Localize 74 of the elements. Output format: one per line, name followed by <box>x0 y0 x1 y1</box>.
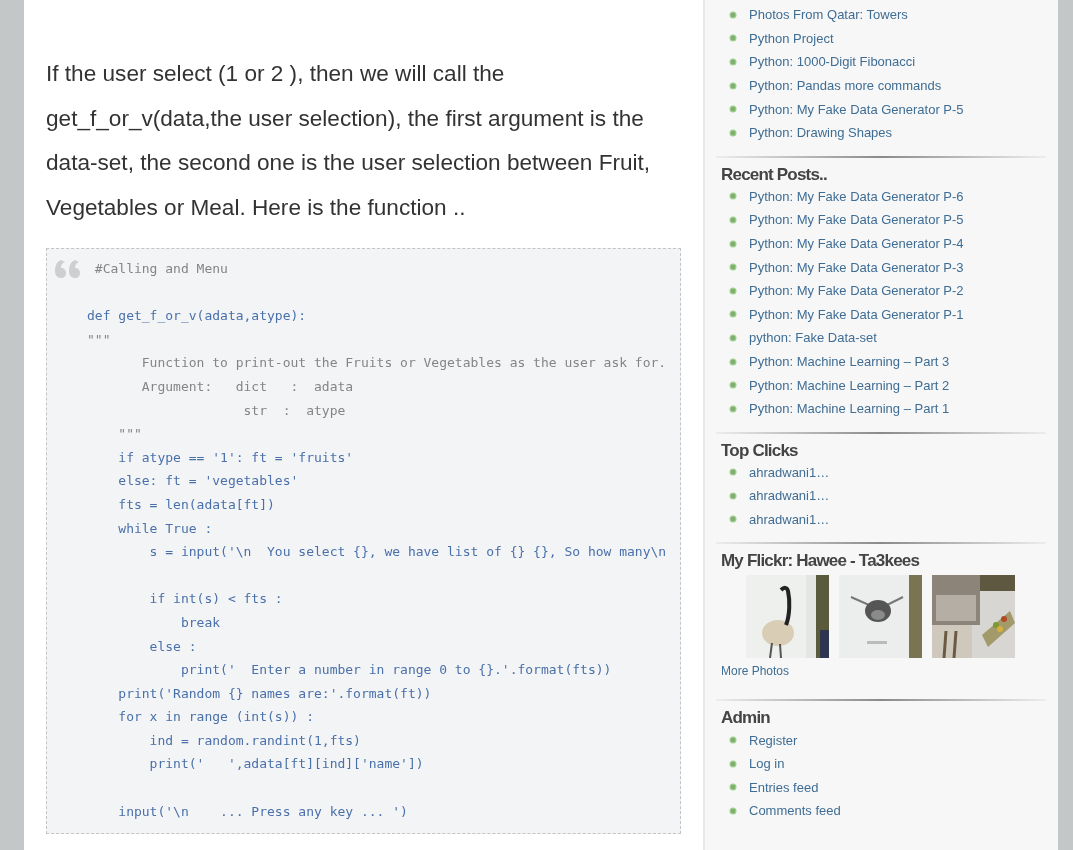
sidebar-link[interactable]: Python: Machine Learning – Part 3 <box>749 354 950 369</box>
bullet-icon <box>729 239 737 248</box>
sidebar-link[interactable]: ahradwani1… <box>749 512 830 527</box>
bullet-icon <box>729 58 737 66</box>
bullet-icon <box>729 468 737 477</box>
code-line: print('Random {} names are:'.format(ft)) <box>117 684 433 703</box>
bullet-icon <box>729 806 737 815</box>
bullet-icon <box>729 515 737 524</box>
sidebar-link[interactable]: Python: My Fake Data Generator P-3 <box>749 259 964 275</box>
bullet-icon <box>729 491 737 500</box>
bullet-icon <box>729 404 737 413</box>
bullet-icon <box>729 215 737 224</box>
sidebar-link[interactable]: ahradwani1… <box>749 488 830 504</box>
sidebar-link[interactable]: Python: My Fake Data Generator P-5 <box>749 212 964 228</box>
bullet-icon <box>729 10 737 19</box>
sidebar-link[interactable]: Photos From Qatar: Towers <box>749 7 908 23</box>
sidebar-link[interactable]: Python: Pandas more commands <box>749 78 942 94</box>
bullet-icon <box>729 759 737 768</box>
sidebar-link[interactable]: Python: 1000-Digit Fibonacci <box>749 54 916 70</box>
article-paragraph: If the user select (1 or 2 ), then we will call the get_f_or_v(data,the user selection), the first argument is the data-set, the second one is the user selection between Fruit, Vegetables or Meal. Here is the function .. <box>46 60 652 222</box>
section-heading: My Flickr: Hawee - Ta3kees <box>721 551 921 572</box>
bullet-icon <box>729 263 737 272</box>
sidebar-link[interactable]: Python: Drawing Shapes <box>749 125 893 141</box>
code-line: fts = len(adata[ft]) <box>117 495 276 514</box>
bullet-icon <box>729 381 737 390</box>
code-line: def get_f_or_v(adata,atype): <box>87 307 308 326</box>
bullet-icon <box>729 128 737 137</box>
code-line: ind = random.randint(1,fts) <box>148 731 362 750</box>
bullet-icon <box>729 192 737 201</box>
code-line: Argument: dict : adata <box>140 377 355 396</box>
bullet-icon <box>729 357 737 366</box>
sidebar-link[interactable]: Python: My Fake Data Generator P-6 <box>749 188 964 204</box>
sidebar-link[interactable]: Comments feed <box>749 803 841 819</box>
bullet-icon <box>729 333 737 342</box>
sidebar-link[interactable]: Python Project <box>749 30 834 46</box>
quote-icon <box>55 258 81 278</box>
bullet-icon <box>729 286 737 295</box>
code-line: Function to print-out the Fruits or Vegetables as the user ask for. <box>140 354 668 373</box>
bullet-icon <box>729 310 737 319</box>
bullet-icon <box>729 34 737 43</box>
more-photos-link[interactable]: More Photos <box>721 664 790 679</box>
code-line: for x in range (int(s)) : <box>117 708 315 727</box>
sidebar-link[interactable]: Python: Machine Learning – Part 2 <box>749 377 950 393</box>
code-line: """ <box>117 425 143 444</box>
sidebar-link[interactable]: ahradwani1… <box>749 464 830 480</box>
code-line: input('\n ... Press any key ... ') <box>117 802 409 821</box>
section-heading: Recent Posts.. <box>721 164 828 185</box>
bullet-icon <box>729 81 737 90</box>
code-line: s = input('\n You select {}, we have list of {} {}, So how many\n <box>148 543 668 562</box>
code-line: str : atype <box>242 401 347 420</box>
section-heading: Top Clicks <box>721 440 799 461</box>
sidebar-link[interactable]: Register <box>749 732 798 748</box>
code-line: else: ft = 'vegetables' <box>117 472 300 491</box>
sidebar-link[interactable]: Entries feed <box>749 779 819 795</box>
sidebar-link[interactable]: python: Fake Data-set <box>749 330 877 346</box>
sidebar-link[interactable]: Python: Machine Learning – Part 1 <box>749 401 950 417</box>
code-line: print(' ',adata[ft][ind]['name']) <box>148 755 425 774</box>
code-line: print(' Enter a number in range 0 to {}.'.format(fts)) <box>179 661 613 680</box>
bullet-icon <box>729 736 737 745</box>
code-line: """ <box>87 330 112 349</box>
bullet-icon <box>729 783 737 792</box>
sidebar-link[interactable]: Python: My Fake Data Generator P-5 <box>749 101 964 117</box>
sidebar-link[interactable]: Python: My Fake Data Generator P-4 <box>749 236 964 252</box>
code-line: break <box>179 613 222 632</box>
sidebar-link[interactable]: Log in <box>749 756 785 772</box>
sidebar-link[interactable]: Python: My Fake Data Generator P-1 <box>749 306 964 322</box>
code-line: if int(s) < fts : <box>148 590 284 609</box>
code-line: if atype == '1': ft = 'fruits' <box>117 448 355 467</box>
code-line: else : <box>148 637 198 656</box>
sidebar-link[interactable]: Python: My Fake Data Generator P-2 <box>749 283 964 299</box>
code-line: #Calling and Menu <box>93 260 229 278</box>
section-heading: Admin <box>721 708 771 729</box>
code-line: while True : <box>117 519 214 538</box>
bullet-icon <box>729 105 737 114</box>
